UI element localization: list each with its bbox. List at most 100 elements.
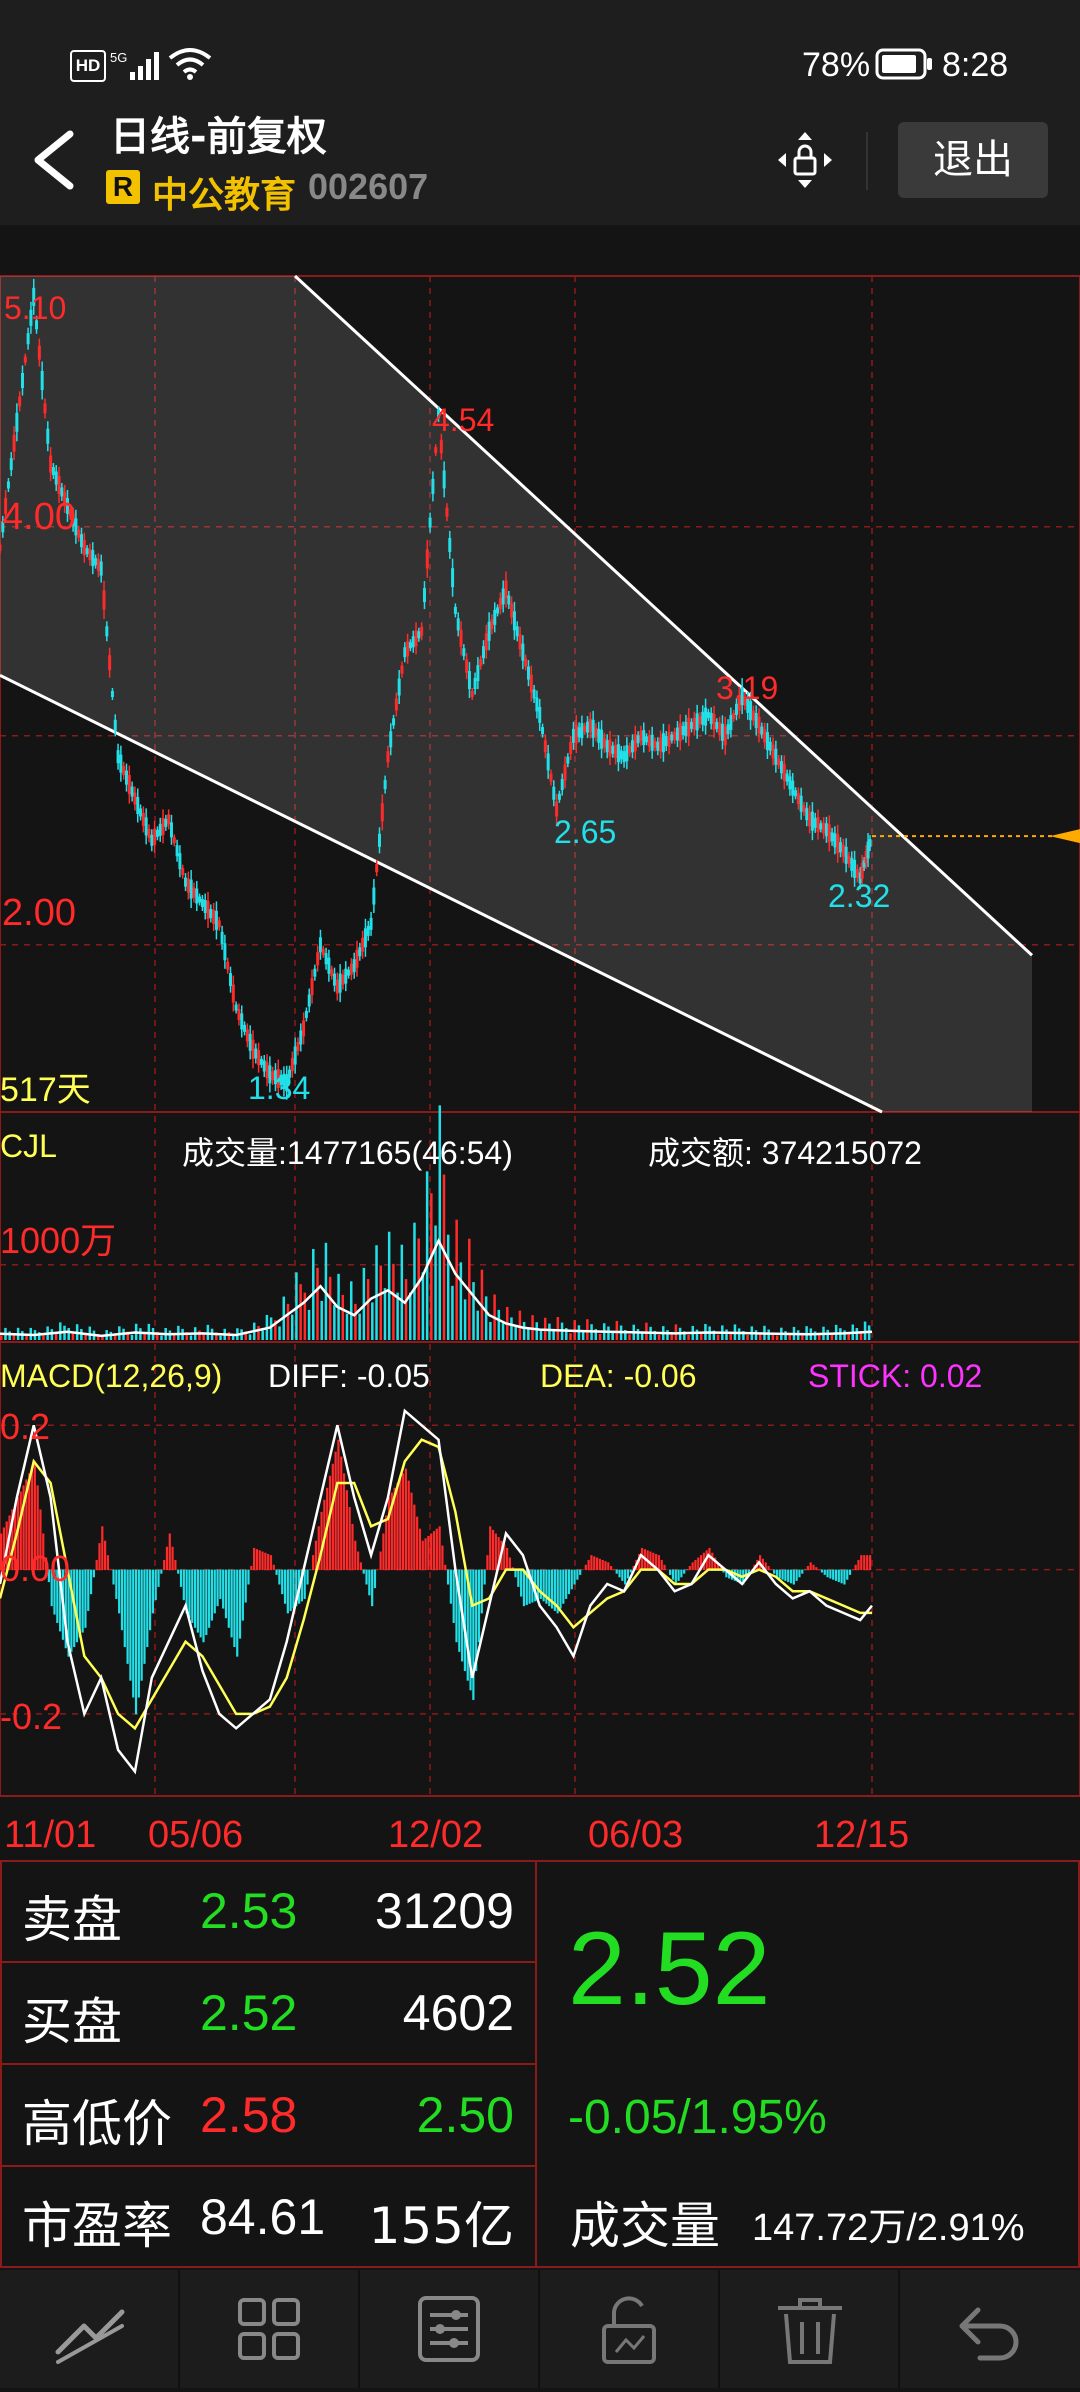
- macd-stick: [618, 1569, 621, 1578]
- macd-stick: [126, 1569, 129, 1664]
- macd-stick: [803, 1569, 807, 1571]
- unlock-icon[interactable]: [540, 2270, 719, 2388]
- page-title: 日线-前复权: [110, 114, 327, 160]
- macd-stick: [677, 1569, 680, 1581]
- macd-stick: [584, 1564, 587, 1571]
- volume-bar: [451, 1285, 454, 1340]
- macd-stick: [570, 1569, 573, 1590]
- volume-bar: [286, 1303, 290, 1340]
- macd-stick: [309, 1569, 312, 1571]
- volume-bar: [219, 1335, 222, 1340]
- macd-stick: [840, 1569, 843, 1584]
- candle-body: [774, 748, 778, 765]
- candle-body: [184, 877, 188, 887]
- macd-stick: [252, 1547, 256, 1571]
- candle-body: [234, 1004, 238, 1011]
- volume-bar: [67, 1327, 70, 1340]
- settings-sliders-icon[interactable]: [360, 2270, 539, 2388]
- macd-stick: [767, 1565, 770, 1571]
- candle-body: [0, 544, 2, 551]
- macd-stick: [697, 1557, 700, 1571]
- trash-icon[interactable]: [720, 2270, 899, 2388]
- candle-body: [614, 744, 618, 758]
- candle-body: [400, 665, 404, 674]
- candle-body: [684, 721, 688, 736]
- candle-body: [453, 606, 457, 614]
- macd-stick: [666, 1569, 669, 1571]
- macd-stick: [199, 1569, 202, 1638]
- hd-icon: HD: [70, 50, 106, 82]
- candle-body: [251, 1039, 255, 1059]
- candle-body: [214, 910, 218, 930]
- macd-stick: [683, 1569, 686, 1574]
- volume-bar: [586, 1319, 589, 1340]
- macd-stick: [430, 1533, 433, 1571]
- candle-body: [712, 713, 716, 730]
- candle-body: [9, 458, 13, 471]
- high-annotation: 5.10: [4, 290, 67, 326]
- candle-body: [490, 619, 494, 630]
- undo-icon[interactable]: [900, 2270, 1079, 2388]
- bottom-toolbar: [0, 2270, 1080, 2388]
- macd-stick: [809, 1562, 812, 1571]
- macd-stick: [491, 1529, 495, 1571]
- candle-body: [541, 727, 545, 735]
- volume-bar: [535, 1322, 539, 1340]
- candle-body: [313, 968, 317, 977]
- volume-bar: [670, 1333, 673, 1340]
- candle-body: [259, 1058, 263, 1065]
- candle-body: [321, 948, 325, 955]
- candle-body: [363, 928, 367, 948]
- candle-body: [729, 715, 733, 731]
- macd-stick: [151, 1569, 154, 1614]
- candle-body: [203, 899, 207, 913]
- macd-stick: [427, 1535, 430, 1571]
- macd-stick: [115, 1569, 118, 1599]
- grid-icon[interactable]: [180, 2270, 359, 2388]
- candle-body: [782, 763, 786, 781]
- candle-body: [512, 611, 516, 631]
- macd-stick: [629, 1569, 632, 1573]
- candle-body: [102, 590, 106, 610]
- bid-qty: 4602: [402, 1985, 514, 2041]
- volume-bar: [699, 1333, 703, 1340]
- macd-stick: [671, 1569, 675, 1580]
- candle-body: [341, 974, 345, 985]
- macd-stick: [179, 1569, 183, 1587]
- volume-bar: [299, 1284, 302, 1340]
- candle-body: [192, 887, 196, 898]
- candle-body: [243, 1024, 247, 1032]
- candle-body: [659, 737, 663, 752]
- draw-line-icon[interactable]: [0, 2270, 179, 2388]
- candle-body: [504, 580, 508, 599]
- candle-body: [518, 634, 522, 650]
- rotate-lock-icon[interactable]: [770, 122, 840, 198]
- x-tick-label: 12/02: [388, 1814, 484, 1856]
- macd-stick: [98, 1543, 101, 1571]
- macd-stick: [357, 1551, 360, 1571]
- candle-body: [296, 1042, 300, 1052]
- macd-stick: [340, 1456, 343, 1571]
- macd-stick: [213, 1569, 216, 1614]
- macd-stick: [84, 1569, 87, 1628]
- volume-bar: [421, 1272, 425, 1340]
- macd-stick: [567, 1569, 571, 1595]
- candle-body: [99, 561, 103, 576]
- macd-stick: [129, 1569, 132, 1681]
- macd-stick: [222, 1569, 225, 1609]
- macd-stick: [587, 1559, 590, 1571]
- macd-stick: [435, 1528, 438, 1571]
- candle-body: [136, 796, 140, 814]
- volume-bar: [784, 1331, 787, 1340]
- volume-bar: [354, 1303, 357, 1340]
- candle-body: [335, 979, 339, 994]
- candle-body: [46, 428, 50, 444]
- exit-button[interactable]: 退出: [898, 122, 1048, 198]
- candle-body: [161, 817, 165, 835]
- volume-bar: [813, 1331, 817, 1340]
- candle-body: [54, 471, 58, 485]
- volume-bar: [130, 1334, 134, 1340]
- back-button[interactable]: [22, 122, 82, 198]
- volume-bar: [425, 1171, 429, 1340]
- macd-y-tick: 0.2: [0, 1406, 51, 1447]
